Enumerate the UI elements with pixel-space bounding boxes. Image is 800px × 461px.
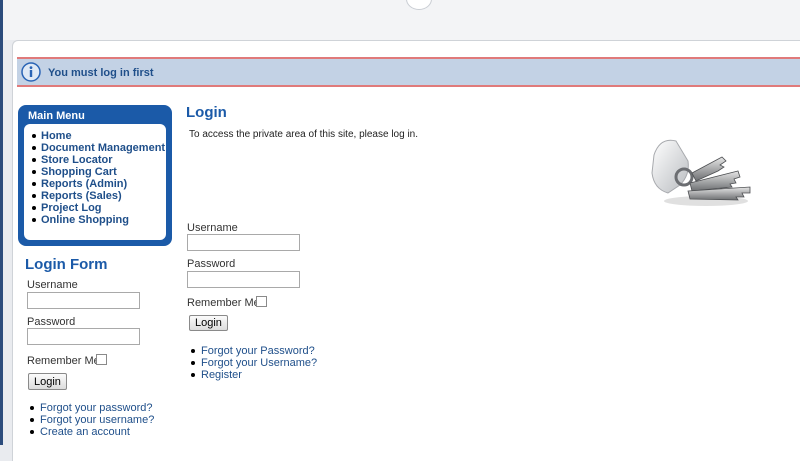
forgot-username-link[interactable]: Forgot your username?: [27, 414, 154, 426]
sidebar-remember-checkbox[interactable]: [96, 354, 107, 365]
sidebar-username-input[interactable]: [27, 292, 140, 309]
menu-item-store-locator[interactable]: Store Locator: [31, 154, 165, 166]
window-left-edge: [0, 0, 3, 445]
sidebar-password-label: Password: [27, 316, 76, 328]
main-menu-title: Main Menu: [28, 110, 85, 122]
register-link[interactable]: Register: [188, 369, 317, 381]
forgot-password-link[interactable]: Forgot your password?: [27, 402, 154, 414]
sidebar-username-label: Username: [27, 279, 78, 291]
sidebar-password-input[interactable]: [27, 328, 140, 345]
password-input[interactable]: [187, 271, 300, 288]
menu-item-reports-sales[interactable]: Reports (Sales): [31, 190, 165, 202]
forgot-username-link-main[interactable]: Forgot your Username?: [188, 357, 317, 369]
system-message-bar: You must log in first: [17, 57, 800, 87]
login-links: Forgot your Password? Forgot your Userna…: [188, 345, 317, 381]
forgot-password-link-main[interactable]: Forgot your Password?: [188, 345, 317, 357]
menu-item-home[interactable]: Home: [31, 130, 165, 142]
menu-item-online-shopping[interactable]: Online Shopping: [31, 214, 165, 226]
username-input[interactable]: [187, 234, 300, 251]
username-label: Username: [187, 222, 238, 234]
info-icon: [21, 62, 41, 82]
main-menu: Main Menu Home Document Management Store…: [18, 105, 172, 246]
menu-item-shopping-cart[interactable]: Shopping Cart: [31, 166, 165, 178]
login-button[interactable]: Login: [189, 315, 228, 331]
sidebar-login-button[interactable]: Login: [28, 373, 67, 390]
content-panel: [12, 40, 800, 461]
system-message-text: You must log in first: [48, 67, 154, 79]
sidebar-login-links: Forgot your password? Forgot your userna…: [27, 402, 154, 438]
login-intro-text: To access the private area of this site,…: [189, 129, 419, 140]
create-account-link[interactable]: Create an account: [27, 426, 154, 438]
main-menu-list: Home Document Management Store Locator S…: [31, 130, 165, 226]
menu-item-document-management[interactable]: Document Management: [31, 142, 165, 154]
menu-item-reports-admin[interactable]: Reports (Admin): [31, 178, 165, 190]
password-label: Password: [187, 258, 236, 270]
page-title: Login: [186, 104, 227, 121]
remember-me-label: Remember Me: [187, 297, 260, 309]
menu-item-project-log[interactable]: Project Log: [31, 202, 165, 214]
keys-icon: [651, 139, 751, 206]
top-band: [0, 0, 800, 40]
login-form-title: Login Form: [25, 256, 108, 273]
sidebar-remember-label: Remember Me: [27, 355, 100, 367]
main-menu-body: Home Document Management Store Locator S…: [24, 124, 166, 240]
remember-me-checkbox[interactable]: [256, 296, 267, 307]
